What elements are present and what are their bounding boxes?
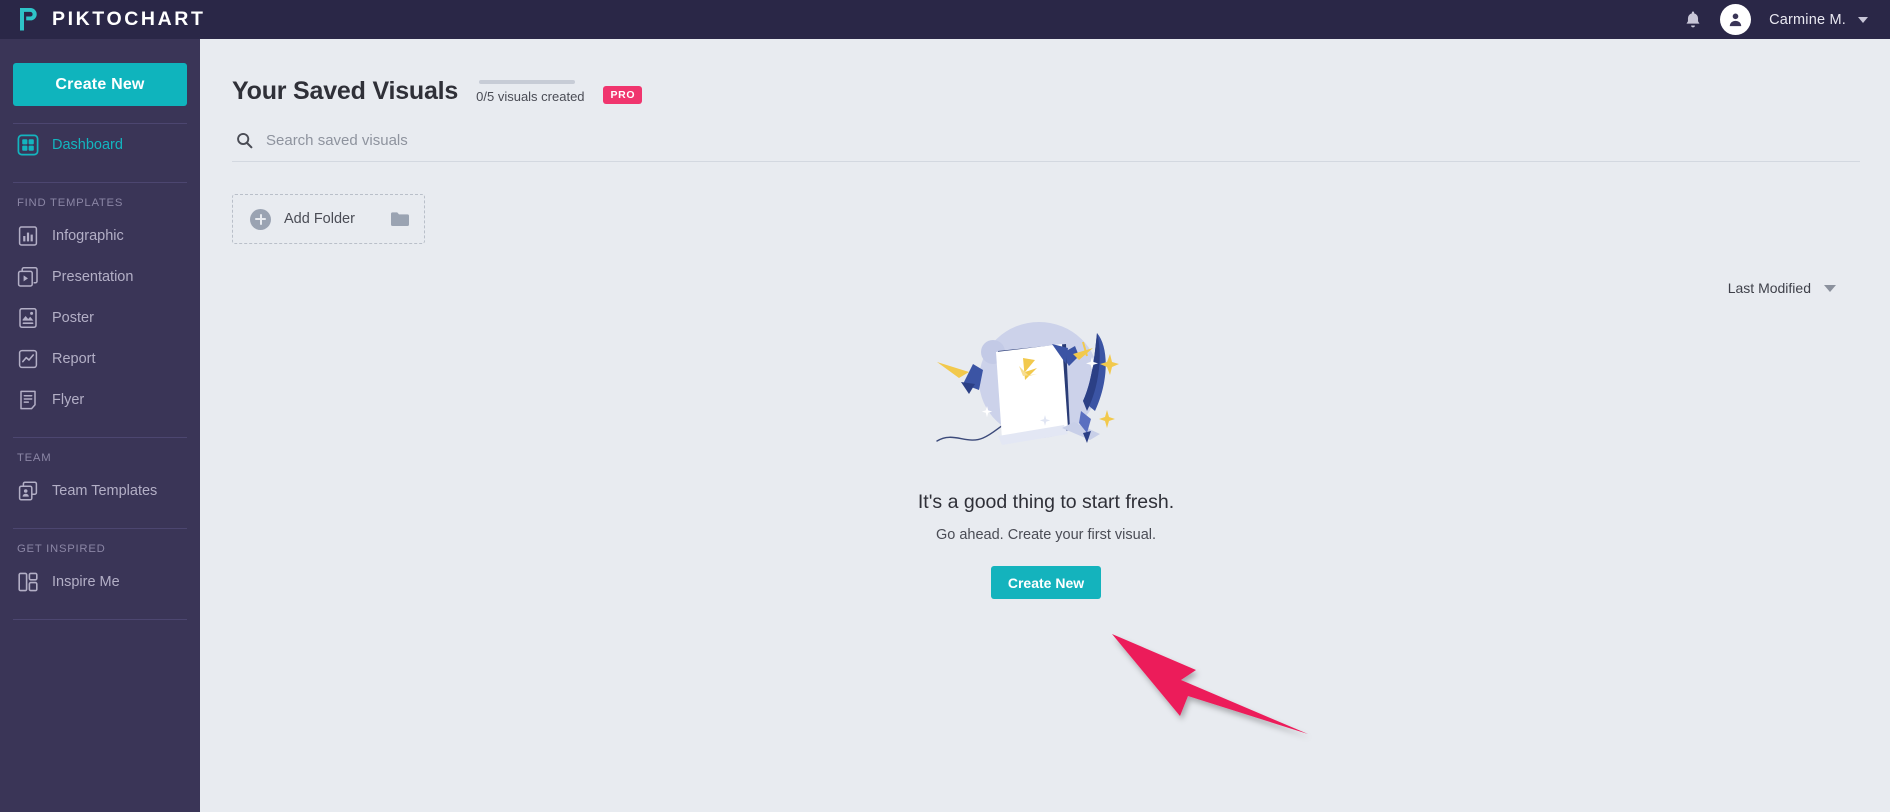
presentation-slides-icon bbox=[17, 266, 38, 287]
brand-name: PIKTOCHART bbox=[52, 8, 206, 30]
add-folder-label: Add Folder bbox=[284, 211, 355, 227]
empty-state-create-new-button[interactable]: Create New bbox=[991, 566, 1101, 599]
top-bar-right: Carmine M. bbox=[1684, 4, 1868, 35]
search-icon bbox=[237, 132, 253, 149]
sidebar-item-presentation[interactable]: Presentation bbox=[13, 256, 187, 297]
sort-row: Last Modified bbox=[232, 280, 1860, 296]
empty-state: It's a good thing to start fresh. Go ahe… bbox=[232, 310, 1860, 599]
blank-page-with-quill-illustration bbox=[936, 322, 1119, 445]
line-graph-report-icon bbox=[18, 349, 38, 368]
search-bar[interactable] bbox=[232, 132, 1860, 162]
sidebar-item-poster[interactable]: Poster bbox=[13, 297, 187, 338]
sidebar-section-get-inspired: GET INSPIRED bbox=[17, 543, 106, 555]
create-new-button[interactable]: Create New bbox=[13, 63, 187, 106]
piktochart-p-logo-icon bbox=[20, 8, 37, 31]
add-folder-button[interactable]: Add Folder bbox=[232, 194, 425, 244]
brand-logo[interactable]: PIKTOCHART bbox=[18, 7, 205, 32]
sidebar-item-label: Dashboard bbox=[52, 136, 123, 153]
empty-state-subtitle: Go ahead. Create your first visual. bbox=[935, 527, 1157, 543]
sort-dropdown[interactable]: Last Modified bbox=[1728, 280, 1836, 296]
plus-circle-icon bbox=[250, 208, 271, 230]
top-bar: PIKTOCHART Carmine M. bbox=[0, 0, 1890, 39]
sidebar-section-find-templates: FIND TEMPLATES bbox=[17, 197, 124, 209]
sidebar-item-flyer[interactable]: Flyer bbox=[13, 379, 187, 420]
search-input[interactable] bbox=[266, 132, 866, 149]
folder-icon bbox=[391, 212, 409, 226]
quota-text: 0/5 visuals created bbox=[476, 89, 585, 104]
page-title: Your Saved Visuals bbox=[232, 77, 459, 105]
user-name[interactable]: Carmine M. bbox=[1769, 12, 1846, 28]
sidebar-item-label: Report bbox=[52, 350, 96, 367]
sort-label: Last Modified bbox=[1727, 280, 1811, 296]
sidebar-item-infographic[interactable]: Infographic bbox=[13, 215, 187, 256]
sidebar-item-dashboard[interactable]: Dashboard bbox=[13, 124, 187, 165]
bell-icon[interactable] bbox=[1684, 10, 1702, 30]
sidebar-item-team-templates[interactable]: Team Templates bbox=[13, 470, 187, 511]
sidebar-item-label: Infographic bbox=[52, 227, 124, 244]
pro-badge[interactable]: PRO bbox=[602, 86, 643, 104]
sidebar-section-team: TEAM bbox=[17, 452, 52, 464]
avatar[interactable] bbox=[1720, 4, 1752, 35]
sidebar: Create New Dashboard FIND TEMPLATES Info… bbox=[0, 39, 200, 812]
caret-down-icon bbox=[1824, 284, 1836, 292]
sidebar-item-label: Poster bbox=[52, 309, 94, 326]
bar-chart-icon bbox=[18, 225, 38, 246]
sidebar-item-label: Inspire Me bbox=[52, 573, 120, 590]
piktochart-dashboard-app: PIKTOCHART Carmine M. Create New Dashboa… bbox=[0, 0, 1890, 812]
sidebar-item-label: Flyer bbox=[52, 391, 85, 408]
team-templates-icon bbox=[18, 480, 38, 501]
quota-progress-bar bbox=[479, 80, 576, 84]
grid-dashboard-icon bbox=[17, 134, 39, 155]
main-content: Your Saved Visuals 0/5 visuals created P… bbox=[200, 39, 1890, 812]
user-avatar-icon bbox=[1729, 13, 1742, 27]
sidebar-divider-5 bbox=[13, 619, 187, 620]
image-poster-icon bbox=[19, 307, 37, 328]
sidebar-item-label: Team Templates bbox=[52, 482, 158, 499]
layout-blocks-icon bbox=[18, 572, 38, 591]
document-flyer-icon bbox=[20, 390, 36, 409]
chevron-down-icon[interactable] bbox=[1858, 16, 1868, 23]
quota-indicator: 0/5 visuals created bbox=[476, 80, 585, 106]
sidebar-item-inspire-me[interactable]: Inspire Me bbox=[13, 561, 187, 602]
empty-state-title: It's a good thing to start fresh. bbox=[917, 491, 1175, 513]
page-header: Your Saved Visuals 0/5 visuals created P… bbox=[232, 39, 1860, 106]
sidebar-item-report[interactable]: Report bbox=[13, 338, 187, 379]
sidebar-item-label: Presentation bbox=[52, 268, 134, 285]
